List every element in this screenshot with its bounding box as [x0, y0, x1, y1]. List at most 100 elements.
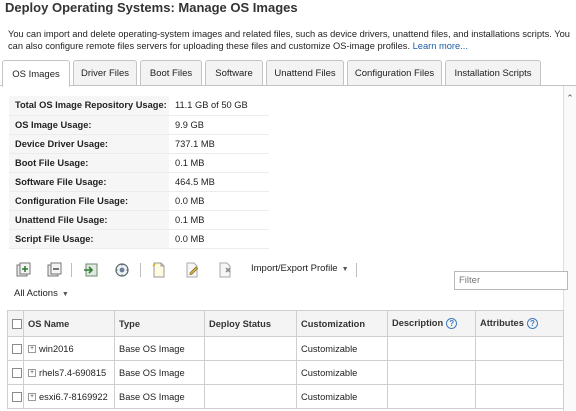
scroll-up-arrow-icon[interactable]: ⌃: [565, 94, 575, 103]
os-images-table: OS Name Type Deploy Status Customization…: [7, 310, 564, 409]
usage-label: Total OS Image Repository Usage:: [9, 96, 169, 116]
tab-driver-files[interactable]: Driver Files: [73, 60, 137, 86]
usage-row: Software File Usage: 464.5 MB: [9, 172, 269, 192]
customization-cell: Customizable: [296, 336, 388, 361]
usage-label: OS Image Usage:: [9, 115, 169, 135]
row-select-cell[interactable]: [7, 384, 24, 409]
table-row[interactable]: + rhels7.4-690815 Base OS Image Customiza…: [7, 360, 564, 385]
new-profile-icon[interactable]: [151, 262, 167, 278]
remove-icon[interactable]: [47, 262, 63, 278]
expand-icon[interactable]: +: [28, 345, 36, 354]
usage-label: Boot File Usage:: [9, 153, 169, 173]
tab-label: Driver Files: [80, 68, 130, 79]
row-checkbox[interactable]: [12, 343, 22, 354]
os-name-cell: + win2016: [23, 336, 115, 361]
tab-installation-scripts[interactable]: Installation Scripts: [445, 60, 541, 86]
usage-value: 0.0 MB: [169, 229, 269, 249]
tab-label: Software: [215, 68, 253, 79]
import-export-label: Import/Export Profile: [251, 263, 338, 274]
column-label: Type: [119, 318, 141, 329]
delete-icon[interactable]: [217, 262, 233, 278]
learn-more-link[interactable]: Learn more...: [413, 41, 468, 51]
tab-unattend-files[interactable]: Unattend Files: [266, 60, 344, 86]
usage-value: 0.1 MB: [169, 153, 269, 173]
expand-icon[interactable]: +: [28, 393, 36, 402]
deploy-status-cell: [204, 384, 297, 409]
all-actions-label: All Actions: [14, 288, 58, 299]
repository-usage-table: Total OS Image Repository Usage: 11.1 GB …: [9, 96, 269, 249]
usage-value: 0.0 MB: [169, 191, 269, 211]
help-icon[interactable]: ?: [446, 318, 458, 330]
column-header-type[interactable]: Type: [114, 310, 205, 337]
tab-software[interactable]: Software: [205, 60, 263, 86]
usage-label: Script File Usage:: [9, 229, 169, 249]
column-label: Deploy Status: [209, 318, 271, 329]
attributes-cell: [475, 360, 564, 385]
customization-cell: Customizable: [296, 384, 388, 409]
refresh-settings-icon[interactable]: [114, 262, 130, 278]
usage-value: 0.1 MB: [169, 210, 269, 230]
usage-value: 737.1 MB: [169, 134, 269, 154]
table-row[interactable]: + win2016 Base OS Image Customizable: [7, 336, 564, 361]
usage-value: 9.9 GB: [169, 115, 269, 135]
row-select-cell[interactable]: [7, 336, 24, 361]
deploy-icon[interactable]: [83, 262, 99, 278]
tab-boot-files[interactable]: Boot Files: [140, 60, 202, 86]
add-icon[interactable]: [16, 262, 32, 278]
os-name: win2016: [39, 343, 74, 354]
chevron-down-icon: ▼: [61, 291, 69, 298]
tab-underline: [0, 85, 576, 86]
tab-label: Configuration Files: [354, 68, 435, 79]
row-checkbox[interactable]: [12, 391, 22, 402]
toolbar-separator: [356, 263, 357, 277]
column-header-attributes[interactable]: Attributes?: [475, 310, 564, 337]
select-all-cell[interactable]: [7, 310, 24, 337]
row-checkbox[interactable]: [12, 367, 22, 378]
usage-label: Software File Usage:: [9, 172, 169, 192]
os-name-cell: + esxi6.7-8169922: [23, 384, 115, 409]
column-header-deploy-status[interactable]: Deploy Status: [204, 310, 297, 337]
tab-os-images[interactable]: OS Images: [2, 60, 70, 87]
tab-bar: OS Images Driver Files Boot Files Softwa…: [0, 60, 576, 87]
filter-input[interactable]: [454, 271, 568, 290]
tab-label: Unattend Files: [274, 68, 336, 79]
vertical-scrollbar[interactable]: ⌃: [563, 86, 576, 411]
import-export-profile-menu[interactable]: Import/Export Profile ▼: [251, 263, 349, 274]
usage-row: Boot File Usage: 0.1 MB: [9, 153, 269, 173]
usage-row: Device Driver Usage: 737.1 MB: [9, 134, 269, 154]
tab-label: OS Images: [12, 68, 60, 80]
os-name: rhels7.4-690815: [39, 367, 107, 378]
column-header-os-name[interactable]: OS Name: [23, 310, 115, 337]
row-select-cell[interactable]: [7, 360, 24, 385]
usage-row: Script File Usage: 0.0 MB: [9, 229, 269, 249]
deploy-status-cell: [204, 336, 297, 361]
type-cell: Base OS Image: [114, 336, 205, 361]
page-description: You can import and delete operating-syst…: [8, 28, 574, 52]
column-label: OS Name: [28, 318, 70, 329]
all-actions-menu[interactable]: All Actions ▼: [14, 288, 69, 299]
edit-icon[interactable]: [184, 262, 200, 278]
usage-label: Unattend File Usage:: [9, 210, 169, 230]
os-name-cell: + rhels7.4-690815: [23, 360, 115, 385]
page-title: Deploy Operating Systems: Manage OS Imag…: [5, 0, 298, 15]
deploy-status-cell: [204, 360, 297, 385]
usage-row: Total OS Image Repository Usage: 11.1 GB …: [9, 96, 269, 116]
usage-value: 464.5 MB: [169, 172, 269, 192]
help-icon[interactable]: ?: [526, 318, 538, 330]
description-cell: [387, 360, 476, 385]
column-header-customization[interactable]: Customization: [296, 310, 388, 337]
table-header-row: OS Name Type Deploy Status Customization…: [7, 310, 564, 337]
description-cell: [387, 384, 476, 409]
select-all-checkbox[interactable]: [12, 318, 22, 329]
expand-icon[interactable]: +: [28, 369, 36, 378]
chevron-down-icon: ▼: [341, 266, 349, 273]
attributes-cell: [475, 336, 564, 361]
attributes-cell: [475, 384, 564, 409]
column-label: Customization: [301, 318, 366, 329]
tab-configuration-files[interactable]: Configuration Files: [347, 60, 442, 86]
tab-label: Installation Scripts: [454, 68, 532, 79]
toolbar-separator: [140, 263, 141, 277]
usage-row: Configuration File Usage: 0.0 MB: [9, 191, 269, 211]
column-header-description[interactable]: Description?: [387, 310, 476, 337]
table-row[interactable]: + esxi6.7-8169922 Base OS Image Customiza…: [7, 384, 564, 409]
